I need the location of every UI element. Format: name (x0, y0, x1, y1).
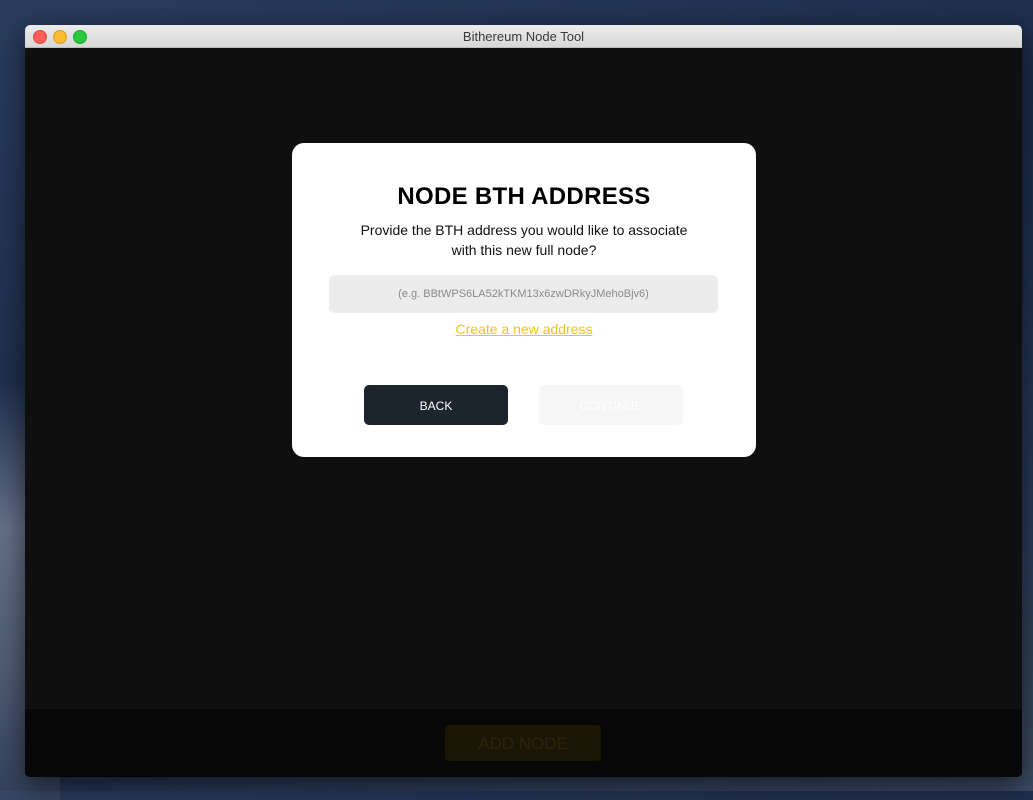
modal-title: NODE BTH ADDRESS (397, 183, 651, 210)
title-bar[interactable]: Bithereum Node Tool (25, 25, 1022, 48)
back-button[interactable]: BACK (364, 385, 508, 425)
modal-description: Provide the BTH address you would like t… (360, 222, 688, 258)
bth-address-input[interactable] (329, 275, 718, 313)
continue-button[interactable]: CONTINUE (539, 385, 683, 425)
node-address-modal: NODE BTH ADDRESS Provide the BTH address… (292, 143, 756, 457)
add-node-button[interactable]: ADD NODE (445, 725, 601, 761)
footer-bar: ADD NODE (25, 709, 1022, 777)
create-address-link[interactable]: Create a new address (292, 321, 756, 337)
app-window: Bithereum Node Tool ADD NODE NODE BTH AD… (25, 25, 1022, 777)
window-title: Bithereum Node Tool (462, 29, 585, 44)
